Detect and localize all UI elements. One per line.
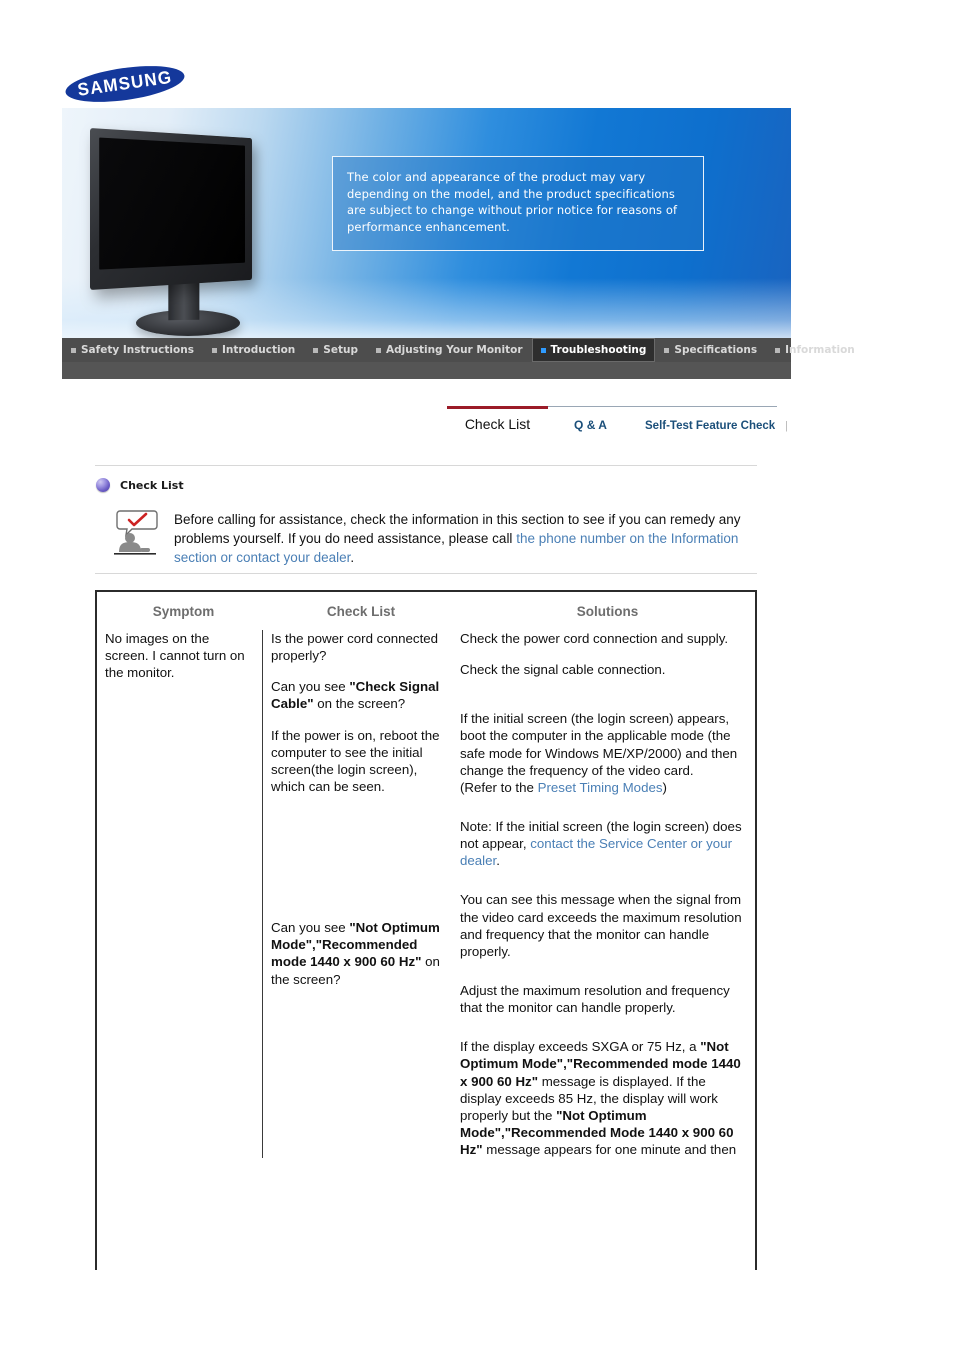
solution-2: Check the signal cable connection. bbox=[460, 662, 666, 678]
intro-text-end: . bbox=[350, 550, 355, 566]
logo-ellipse: SAMSUNG bbox=[63, 59, 187, 109]
divider-top bbox=[95, 465, 757, 466]
person-checkmark-icon bbox=[112, 508, 160, 558]
samsung-logo: SAMSUNG bbox=[63, 59, 187, 109]
tabs-row: Check List Q & A Self-Test Feature Check… bbox=[447, 416, 788, 432]
divider-mid bbox=[95, 573, 757, 574]
page-title: Check List bbox=[120, 478, 184, 492]
monitor-illustration bbox=[90, 128, 320, 336]
check-item-3: If the power is on, reboot the computer … bbox=[271, 727, 440, 794]
square-bullet-icon bbox=[211, 347, 217, 353]
solution-3b-pre: (Refer to the bbox=[460, 779, 538, 795]
cell-check-list: Is the power cord connected properly? Ca… bbox=[262, 630, 452, 1159]
section-header: Check List bbox=[96, 478, 184, 492]
sub-tabs[interactable]: Check List Q & A Self-Test Feature Check… bbox=[447, 406, 788, 446]
preset-timing-modes-link[interactable]: Preset Timing Modes bbox=[538, 780, 663, 795]
cell-symptom: No images on the screen. I cannot turn o… bbox=[97, 630, 262, 1158]
check-item-2: Can you see "Check Signal Cable" on the … bbox=[271, 678, 446, 712]
column-header-solutions: Solutions bbox=[576, 603, 639, 619]
check-item-4-pre: Can you see bbox=[271, 920, 350, 936]
column-header-check-list: Check List bbox=[326, 603, 396, 619]
check-item-2-pre: Can you see bbox=[271, 679, 350, 695]
check-item-4: Can you see "Not Optimum Mode","Recommen… bbox=[271, 919, 446, 988]
square-bullet-icon bbox=[775, 347, 781, 353]
solution-1: Check the power cord connection and supp… bbox=[460, 631, 729, 646]
solution-3a: If the initial screen (the login screen)… bbox=[460, 711, 738, 778]
product-notice: The color and appearance of the product … bbox=[332, 156, 704, 251]
nav-item-specifications[interactable]: Specifications bbox=[655, 338, 766, 362]
nav-label: Adjusting Your Monitor bbox=[385, 344, 523, 356]
nav-label: Setup bbox=[323, 344, 358, 356]
square-bullet-icon bbox=[313, 347, 319, 353]
solution-5: You can see this message when the signal… bbox=[460, 892, 742, 959]
nav-item-safety-instructions[interactable]: Safety Instructions bbox=[62, 338, 203, 362]
square-bullet-icon bbox=[71, 347, 76, 353]
square-bullet-icon bbox=[540, 347, 546, 353]
check-list-table: Symptom Check List Solutions No images o… bbox=[95, 590, 757, 1270]
solution-7: If the display exceeds SXGA or 75 Hz, a … bbox=[460, 1038, 749, 1158]
solution-7-part-1: If the display exceeds SXGA or 75 Hz, a bbox=[460, 1039, 701, 1055]
bullet-sphere-icon bbox=[96, 478, 110, 492]
main-navigation[interactable]: Safety Instructions Introduction Setup A… bbox=[62, 338, 855, 362]
solution-4-post: . bbox=[496, 853, 500, 869]
tab-check-list[interactable]: Check List bbox=[447, 416, 548, 432]
nav-label: Specifications bbox=[674, 344, 758, 356]
check-item-2-post: on the screen? bbox=[313, 696, 406, 712]
table-row: No images on the screen. I cannot turn o… bbox=[97, 630, 755, 1159]
tab-divider: | bbox=[785, 420, 789, 432]
column-header-symptom: Symptom bbox=[152, 603, 215, 619]
nav-item-adjusting-your-monitor[interactable]: Adjusting Your Monitor bbox=[367, 338, 532, 362]
nav-item-information[interactable]: Information bbox=[766, 338, 864, 362]
nav-item-setup[interactable]: Setup bbox=[304, 338, 367, 362]
nav-label: Troubleshooting bbox=[550, 344, 647, 356]
symptom-text: No images on the screen. I cannot turn o… bbox=[105, 631, 245, 681]
nav-label: Information bbox=[785, 344, 855, 356]
cell-solutions: Check the power cord connection and supp… bbox=[452, 630, 755, 1158]
square-bullet-icon bbox=[375, 347, 381, 353]
intro-text: Before calling for assistance, check the… bbox=[174, 508, 762, 567]
tab-self-test-feature-check[interactable]: Self-Test Feature Check bbox=[633, 420, 775, 432]
solution-7-part-3: message appears for one minute and then bbox=[482, 1142, 737, 1158]
solution-3b-post: ) bbox=[662, 779, 667, 795]
solution-4-note: Note: If the initial screen (the login s… bbox=[460, 818, 749, 869]
monitor-bezel bbox=[90, 128, 253, 290]
monitor-screen bbox=[99, 137, 245, 270]
nav-item-introduction[interactable]: Introduction bbox=[203, 338, 304, 362]
active-tab-indicator bbox=[447, 406, 548, 409]
intro-block: Before calling for assistance, check the… bbox=[112, 508, 762, 567]
nav-item-troubleshooting[interactable]: Troubleshooting bbox=[531, 338, 656, 362]
tab-q-and-a[interactable]: Q & A bbox=[548, 418, 633, 432]
logo-text: SAMSUNG bbox=[76, 66, 174, 100]
nav-label: Safety Instructions bbox=[81, 344, 194, 356]
nav-label: Introduction bbox=[221, 344, 296, 356]
check-item-1: Is the power cord connected properly? bbox=[271, 631, 439, 664]
table-header-row: Symptom Check List Solutions bbox=[97, 592, 755, 630]
solution-6: Adjust the maximum resolution and freque… bbox=[460, 982, 730, 1016]
solution-3b: (Refer to the Preset Timing Modes) bbox=[460, 779, 749, 796]
hero-banner: The color and appearance of the product … bbox=[62, 108, 791, 338]
navigation-strip bbox=[62, 362, 791, 379]
square-bullet-icon bbox=[664, 347, 670, 353]
